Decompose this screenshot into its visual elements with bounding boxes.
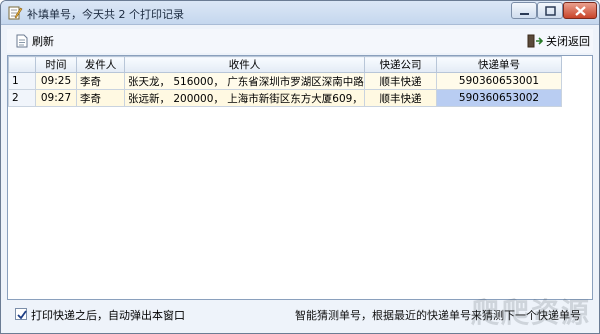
sender-cell[interactable]: 李奇 <box>76 72 125 90</box>
close-icon <box>575 6 586 16</box>
tracking-cell-selected[interactable]: 590360653002 <box>436 89 562 107</box>
courier-cell[interactable]: 顺丰快递 <box>364 89 437 107</box>
table-row[interactable]: 2 09:27 李奇 张远新， 200000， 上海市新街区东方大厦609， 上… <box>8 89 562 107</box>
courier-cell[interactable]: 顺丰快递 <box>364 72 437 90</box>
column-header-index <box>8 56 36 73</box>
records-grid: 时间 发件人 收件人 快递公司 快递单号 1 09:25 李奇 张天龙， 516… <box>7 55 593 300</box>
minimize-button[interactable] <box>511 2 537 19</box>
records-table: 时间 发件人 收件人 快递公司 快递单号 1 09:25 李奇 张天龙， 516… <box>8 56 562 107</box>
time-cell[interactable]: 09:27 <box>35 89 77 107</box>
document-icon <box>16 34 28 48</box>
maximize-button[interactable] <box>537 2 563 19</box>
recipient-cell[interactable]: 张远新， 200000， 上海市新街区东方大厦609， 上 <box>124 89 365 107</box>
toolbar: 刷新 关闭返回 <box>7 29 593 53</box>
maximize-icon <box>545 6 556 16</box>
column-header-courier[interactable]: 快递公司 <box>364 56 437 73</box>
auto-popup-label[interactable]: 打印快递之后，自动弹出本窗口 <box>31 307 185 323</box>
time-cell[interactable]: 09:25 <box>35 72 77 90</box>
auto-popup-checkbox[interactable] <box>15 308 27 320</box>
tracking-cell[interactable]: 590360653001 <box>436 72 562 90</box>
row-index: 1 <box>8 72 36 90</box>
window-title: 补填单号，今天共 2 个打印记录 <box>27 8 184 21</box>
column-header-sender[interactable]: 发件人 <box>76 56 125 73</box>
exit-door-icon <box>527 34 543 48</box>
minimize-icon <box>520 13 529 15</box>
recipient-cell[interactable]: 张天龙， 516000， 广东省深圳市罗湖区深南中路 <box>124 72 365 90</box>
close-window-button[interactable] <box>563 2 597 19</box>
smart-guess-hint: 智能猜测单号，根据最近的快递单号来猜测下一个快递单号 <box>295 309 581 322</box>
close-return-label: 关闭返回 <box>546 35 590 48</box>
refresh-button[interactable]: 刷新 <box>15 32 54 50</box>
column-header-tracking[interactable]: 快递单号 <box>436 56 562 73</box>
close-return-button[interactable]: 关闭返回 <box>527 32 590 50</box>
title-bar: 补填单号，今天共 2 个打印记录 <box>1 1 599 25</box>
row-index: 2 <box>8 89 36 107</box>
checkmark-icon <box>17 310 27 320</box>
sender-cell[interactable]: 李奇 <box>76 89 125 107</box>
refresh-label: 刷新 <box>32 35 54 48</box>
fill-tracking-window: 补填单号，今天共 2 个打印记录 刷新 关闭返回 时间 发件人 收件人 快递公司… <box>0 0 600 334</box>
edit-note-icon <box>7 5 23 21</box>
table-row[interactable]: 1 09:25 李奇 张天龙， 516000， 广东省深圳市罗湖区深南中路 顺丰… <box>8 72 562 90</box>
column-header-recipient[interactable]: 收件人 <box>124 56 365 73</box>
column-header-time[interactable]: 时间 <box>35 56 77 73</box>
footer: 打印快递之后，自动弹出本窗口 智能猜测单号，根据最近的快递单号来猜测下一个快递单… <box>7 303 593 329</box>
